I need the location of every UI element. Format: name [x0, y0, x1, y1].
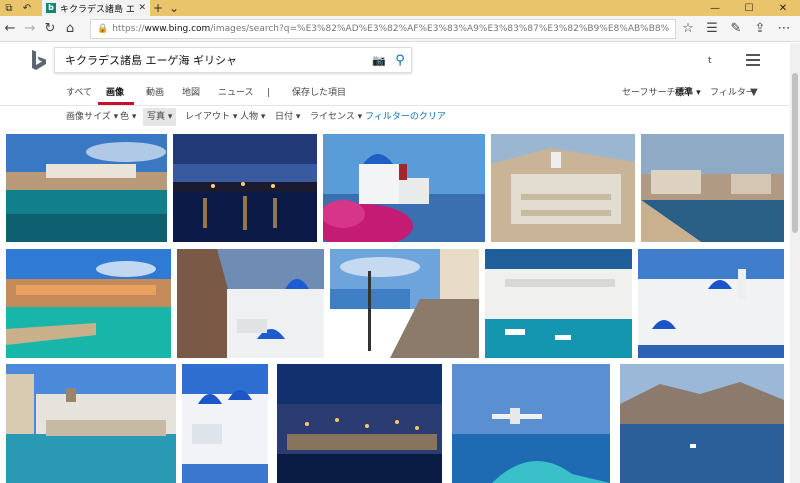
safesearch-dropdown[interactable]: 標準 ▾	[675, 82, 701, 104]
share-icon[interactable]: ⇪	[748, 16, 772, 42]
filter-toggle[interactable]: フィルター	[710, 82, 755, 104]
tab-maps[interactable]: 地図	[182, 82, 200, 104]
tab-all[interactable]: すべて	[66, 82, 92, 104]
search-icon[interactable]: ⚲	[389, 53, 411, 68]
search-box[interactable]: キクラデス諸島 エーゲ海 ギリシャ 📷 ⚲	[54, 47, 412, 73]
camera-icon[interactable]: 📷	[369, 54, 389, 67]
tab-close-icon[interactable]: ✕	[138, 3, 146, 13]
pen-notes-icon[interactable]: ✎	[724, 16, 748, 42]
tab-back-icon[interactable]: ↶	[18, 0, 36, 16]
filter-people[interactable]: 人物 ▾	[240, 108, 265, 126]
filter-license[interactable]: ライセンス ▾	[310, 108, 362, 126]
filter-clear-link[interactable]: フィルターのクリア	[365, 108, 446, 126]
image-result[interactable]	[485, 249, 632, 358]
maximize-icon[interactable]: ☐	[732, 0, 766, 16]
new-tab-icon[interactable]: +	[150, 1, 166, 15]
bing-favicon-icon: b	[46, 3, 56, 13]
scrollbar-thumb[interactable]	[792, 73, 798, 233]
safesearch-label: セーフサーチ:	[622, 88, 679, 98]
tab-saved[interactable]: 保存した項目	[292, 82, 346, 104]
forward-icon[interactable]: →	[20, 16, 40, 42]
navigation-bar: ← → ↻ ⌂ 🔒 https://www.bing.com/images/se…	[0, 16, 800, 42]
image-result[interactable]	[452, 364, 610, 483]
vertical-tabs: すべて 画像 動画 地図 ニュース | 保存した項目 セーフサーチ: 標準 ▾ …	[0, 82, 790, 105]
lock-icon: 🔒	[97, 23, 109, 34]
more-icon[interactable]: ⋯	[772, 16, 796, 42]
image-result[interactable]	[173, 134, 317, 242]
refresh-icon[interactable]: ↻	[40, 16, 60, 42]
filter-layout[interactable]: レイアウト ▾	[185, 108, 237, 126]
tab-videos[interactable]: 動画	[146, 82, 164, 104]
browser-tab[interactable]: b キクラデス諸島 エーゲ海 ギ ✕	[42, 0, 150, 16]
tab-list-chevron-icon[interactable]: ⌄	[166, 1, 182, 15]
image-result[interactable]	[330, 249, 479, 358]
bing-logo-icon[interactable]	[30, 50, 48, 72]
hamburger-menu-icon[interactable]	[746, 54, 760, 66]
minimize-icon[interactable]: —	[698, 0, 732, 16]
image-result[interactable]	[6, 249, 171, 358]
tab-title: キクラデス諸島 エーゲ海 ギ	[60, 4, 135, 15]
tab-separator: |	[267, 88, 271, 98]
image-result[interactable]	[277, 364, 442, 483]
image-result[interactable]	[182, 364, 268, 483]
favorites-star-icon[interactable]: ☆	[676, 16, 700, 42]
search-input[interactable]: キクラデス諸島 エーゲ海 ギリシャ	[65, 52, 369, 68]
image-result[interactable]	[6, 364, 176, 483]
close-window-icon[interactable]: ✕	[766, 0, 800, 16]
filter-date[interactable]: 日付 ▾	[275, 108, 300, 126]
filter-image-size[interactable]: 画像サイズ ▾	[66, 108, 118, 126]
image-result[interactable]	[177, 249, 324, 358]
account-initial[interactable]: t	[708, 56, 712, 66]
title-bar: ⧉ ↶ b キクラデス諸島 エーゲ海 ギ ✕ + ⌄ — ☐ ✕	[0, 0, 800, 16]
filter-bar: 画像サイズ ▾ 色 ▾ 写真 ▾ レイアウト ▾ 人物 ▾ 日付 ▾ ライセンス…	[0, 108, 790, 126]
tab-images[interactable]: 画像	[106, 82, 124, 104]
favorites-list-icon[interactable]: ☰	[700, 16, 724, 42]
filter-funnel-icon[interactable]: ▼	[750, 82, 758, 104]
image-result[interactable]	[6, 134, 167, 242]
filter-type-photo[interactable]: 写真 ▾	[143, 108, 177, 126]
image-result[interactable]	[641, 134, 784, 242]
tab-actions-icon[interactable]: ⧉	[0, 0, 18, 16]
image-result[interactable]	[491, 134, 635, 242]
home-icon[interactable]: ⌂	[60, 16, 80, 42]
header-divider	[0, 105, 790, 106]
image-result[interactable]	[323, 134, 485, 242]
back-icon[interactable]: ←	[0, 16, 20, 42]
image-result[interactable]	[638, 249, 784, 358]
page-scrollbar[interactable]	[790, 43, 800, 483]
filter-color[interactable]: 色 ▾	[120, 108, 136, 126]
address-bar[interactable]: 🔒 https://www.bing.com/images/search?q=%…	[90, 18, 676, 39]
tab-news[interactable]: ニュース	[218, 82, 254, 104]
image-result[interactable]	[620, 364, 784, 483]
url-text: https://www.bing.com/images/search?q=%E3…	[112, 23, 669, 34]
